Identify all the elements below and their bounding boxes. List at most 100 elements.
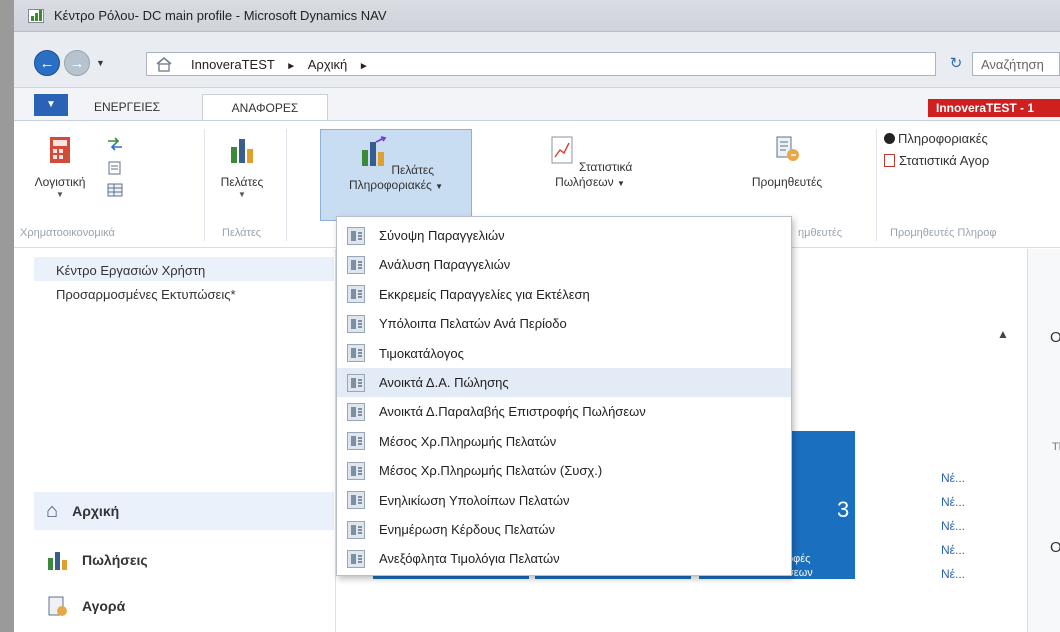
group-label-finance: Χρηματοοικονομικά xyxy=(20,227,115,239)
window-title: Κέντρο Ρόλου- DC main profile - Microsof… xyxy=(54,8,387,23)
report-icon xyxy=(347,461,365,480)
menu-item-label: Ανοικτά Δ.Παραλαβής Επιστροφής Πωλήσεων xyxy=(379,404,646,420)
chart-line-icon xyxy=(551,136,573,164)
document-icon[interactable] xyxy=(106,161,124,175)
bar-chart-icon xyxy=(48,552,67,570)
menu-item-label: Σύνοψη Παραγγελιών xyxy=(379,228,505,243)
report-icon xyxy=(347,344,365,363)
panel-header: O xyxy=(1050,329,1060,346)
menu-item-label: Ενημέρωση Κέρδους Πελατών xyxy=(379,522,556,537)
report-icon xyxy=(347,549,365,568)
menu-item[interactable]: Εκκρεμείς Παραγγελίες για Εκτέλεση xyxy=(337,280,791,309)
menu-item[interactable]: Ανοικτά Δ.Παραλαβής Επιστροφής Πωλήσεων xyxy=(337,397,791,426)
menu-item-label: Υπόλοιπα Πελατών Ανά Περίοδο xyxy=(379,316,567,332)
accounting-button[interactable]: Λογιστική ▼ xyxy=(30,135,90,200)
purchase-document-icon xyxy=(48,596,67,616)
group-label-vendors-info: Προμηθευτές Πληροφ xyxy=(890,227,997,239)
nav-window: Κέντρο Ρόλου- DC main profile - Microsof… xyxy=(14,0,1060,632)
menu-item-label: Μέσος Χρ.Πληρωμής Πελατών xyxy=(379,433,557,449)
arrow-left-icon: ← xyxy=(39,54,55,72)
tab-actions[interactable]: ΕΝΕΡΓΕΙΕΣ xyxy=(94,100,160,114)
search-input[interactable]: Αναζήτηση xyxy=(972,52,1060,76)
breadcrumb-home[interactable]: Αρχική xyxy=(308,57,348,72)
report-icon xyxy=(347,520,365,539)
menu-item-label: Ενηλικίωση Υπολοίπων Πελατών xyxy=(379,492,570,508)
menu-item[interactable]: Υπόλοιπα Πελατών Ανά Περίοδο xyxy=(337,309,791,338)
application-menu-button[interactable]: ▼ xyxy=(34,94,68,116)
new-link[interactable]: Νέ... xyxy=(941,519,965,533)
customers-button[interactable]: Πελάτες ▼ xyxy=(212,135,272,200)
menu-item[interactable]: Ενημέρωση Κέρδους Πελατών xyxy=(337,515,791,544)
refresh-icon[interactable]: ↻ xyxy=(946,54,966,74)
reports-dropdown-menu: Σύνοψη Παραγγελιών Ανάλυση Παραγγελιών Εκκ… xyxy=(336,216,792,576)
left-navigation: Κέντρο Εργασιών Χρήστη Προσαρμοσμένες Εκ… xyxy=(14,249,336,632)
home-icon: ⌂ xyxy=(46,499,59,522)
group-label-vendors: ημθευτές xyxy=(798,227,843,239)
back-button[interactable]: ← xyxy=(34,50,60,76)
menu-item[interactable]: Μέσος Χρ.Πληρωμής Πελατών (Συσχ.) xyxy=(337,456,791,485)
nav-role-center[interactable]: Κέντρο Εργασιών Χρήστη xyxy=(34,257,334,281)
tile-count: 3 xyxy=(837,497,850,522)
home-icon xyxy=(156,57,172,72)
nav-home[interactable]: ⌂ Αρχική xyxy=(34,492,334,530)
menu-item[interactable]: Μέσος Χρ.Πληρωμής Πελατών xyxy=(337,427,791,456)
menu-item[interactable]: Ανοικτά Δ.Α. Πώλησης xyxy=(337,368,791,397)
report-icon xyxy=(347,432,365,451)
chevron-down-icon: ▼ xyxy=(238,190,246,199)
tab-reports[interactable]: ΑΝΑΦΟΡΕΣ xyxy=(202,94,328,121)
arrow-right-icon: → xyxy=(69,54,85,72)
report-icon xyxy=(347,402,365,421)
bar-chart-arrow-icon xyxy=(362,136,387,166)
exchange-icon[interactable] xyxy=(106,137,124,151)
sales-statistics-button[interactable]: Στατιστικά Πωλήσεων ▼ xyxy=(540,135,640,191)
vendor-info-button[interactable]: Πληροφοριακές xyxy=(884,131,988,146)
vendors-button[interactable]: Προμηθευτές xyxy=(742,135,832,190)
menu-item-label: Ανάλυση Παραγγελιών xyxy=(379,257,511,273)
customers-info-button[interactable]: Πελάτες Πληροφοριακές ▼ xyxy=(320,129,472,221)
chevron-down-icon: ▼ xyxy=(435,182,444,191)
menu-item[interactable]: Τιμοκατάλογος xyxy=(337,339,791,368)
report-icon xyxy=(347,491,365,510)
report-icon xyxy=(347,285,365,304)
menu-item-label: Μέσος Χρ.Πληρωμής Πελατών (Συσχ.) xyxy=(379,463,603,479)
circle-icon xyxy=(884,133,895,144)
report-icon xyxy=(347,314,365,333)
new-link[interactable]: Νέ... xyxy=(941,495,965,509)
menu-item-label: Ανοικτά Δ.Α. Πώλησης xyxy=(379,375,509,390)
breadcrumb-company[interactable]: InnoveraTEST xyxy=(191,57,275,72)
group-label-customers: Πελάτες xyxy=(222,227,262,239)
menu-item-label: Τιμοκατάλογος xyxy=(379,345,464,361)
chevron-down-icon: ▼ xyxy=(617,179,625,188)
new-link[interactable]: Νέ... xyxy=(941,567,965,581)
panel-header: O xyxy=(1050,539,1060,556)
menu-item[interactable]: Ανεξόφλητα Τιμολόγια Πελατών xyxy=(337,544,791,573)
breadcrumb[interactable]: InnoveraTEST ► Αρχική ► xyxy=(146,52,936,76)
purchase-stats-button[interactable]: Στατιστικά Αγορ xyxy=(884,153,989,168)
nav-custom-reports[interactable]: Προσαρμοσμένες Εκτυπώσεις* xyxy=(34,281,334,305)
title-bar: Κέντρο Ρόλου- DC main profile - Microsof… xyxy=(14,0,1060,32)
chevron-right-icon: ► xyxy=(358,61,369,72)
chevron-down-icon: ▼ xyxy=(56,190,64,199)
report-icon xyxy=(347,373,365,392)
bar-chart-icon xyxy=(231,139,253,163)
report-grid-icon[interactable] xyxy=(106,183,124,197)
company-badge: InnoveraTEST - 1 xyxy=(928,99,1060,117)
new-link[interactable]: Νέ... xyxy=(941,543,965,557)
chart-line-icon xyxy=(884,154,895,167)
menu-item[interactable]: Ανάλυση Παραγγελιών xyxy=(337,250,791,279)
calculator-icon xyxy=(50,137,70,163)
menu-item[interactable]: Σύνοψη Παραγγελιών xyxy=(337,221,791,250)
nav-purchase[interactable]: Αγορά xyxy=(34,587,334,625)
ribbon-tabs: ▼ ΕΝΕΡΓΕΙΕΣ ΑΝΑΦΟΡΕΣ InnoveraTEST - 1 xyxy=(14,88,1060,121)
history-dropdown-icon[interactable]: ▼ xyxy=(96,58,105,68)
forward-button[interactable]: → xyxy=(64,50,90,76)
new-link[interactable]: Νέ... xyxy=(941,471,965,485)
dynamics-nav-icon xyxy=(28,9,44,23)
vendor-document-icon xyxy=(776,136,799,161)
nav-sales[interactable]: Πωλήσεις xyxy=(34,541,334,579)
right-panel: O Th O xyxy=(1027,249,1060,632)
address-bar: ← → ▼ InnoveraTEST ► Αρχική ► ↻ Αναζήτησ… xyxy=(14,32,1060,88)
menu-item-label: Ανεξόφλητα Τιμολόγια Πελατών xyxy=(379,551,560,567)
menu-item[interactable]: Ενηλικίωση Υπολοίπων Πελατών xyxy=(337,486,791,515)
chevron-up-icon[interactable]: ▲ xyxy=(997,327,1009,341)
